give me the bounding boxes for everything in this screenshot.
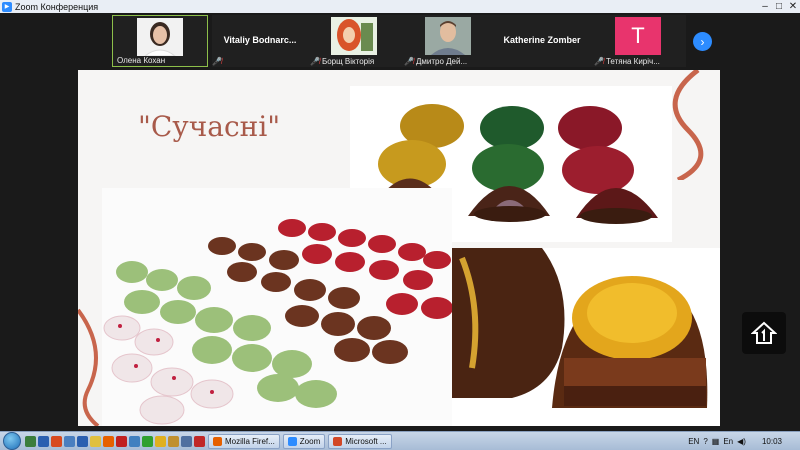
windows-start-icon[interactable] bbox=[3, 432, 21, 450]
participant-mic: 🎤̸ bbox=[212, 57, 222, 66]
app-icon[interactable] bbox=[77, 435, 88, 447]
mic-muted-icon: 🎤̸ bbox=[594, 57, 604, 66]
app-icon[interactable] bbox=[51, 435, 62, 447]
mic-muted-icon: 🎤̸ bbox=[212, 57, 222, 66]
participant-video bbox=[425, 17, 471, 55]
taskbar-item-label: Zoom bbox=[299, 436, 321, 446]
participant-tile[interactable]: T 🎤̸ Тетяна Киріч... bbox=[590, 15, 686, 67]
participant-avatar-letter: T bbox=[615, 17, 661, 55]
participant-video bbox=[137, 18, 183, 56]
zoom-icon bbox=[287, 436, 297, 446]
help-icon[interactable]: ? bbox=[703, 437, 707, 446]
participant-name: 🎤̸ Тетяна Киріч... bbox=[594, 57, 660, 66]
shared-screen-slide: "Сучасні" bbox=[78, 70, 720, 426]
window-title: Zoom Конференция bbox=[15, 1, 99, 12]
participant-name: Олена Кохан bbox=[117, 56, 166, 65]
keyboard-layout[interactable]: En bbox=[723, 437, 733, 446]
app-icon[interactable] bbox=[116, 435, 127, 447]
app-icon[interactable] bbox=[129, 435, 140, 447]
citrus-bonbon-photo bbox=[452, 248, 720, 426]
participant-tile[interactable]: Олена Кохан bbox=[112, 15, 208, 67]
volume-icon[interactable]: ◀) bbox=[737, 437, 746, 446]
folder-icon[interactable] bbox=[90, 435, 101, 447]
network-icon[interactable]: ▦ bbox=[712, 437, 720, 446]
minimize-button[interactable]: – bbox=[758, 0, 772, 13]
title-bar: ▶ Zoom Конференция – □ ✕ bbox=[0, 0, 800, 13]
app-icon[interactable] bbox=[142, 435, 153, 447]
participant-tile[interactable]: Vitaliy Bodnarc... 🎤̸ bbox=[212, 15, 308, 67]
participant-name: Katherine Zomber bbox=[503, 35, 581, 45]
firefox-icon bbox=[213, 436, 222, 446]
app-icon[interactable] bbox=[194, 435, 205, 447]
candy-rows-photo bbox=[102, 188, 452, 426]
participant-strip: Олена Кохан Vitaliy Bodnarc... 🎤̸ 🎤̸ Борщ… bbox=[0, 13, 800, 68]
participant-name: 🎤̸ Дмитро Дей... bbox=[404, 57, 468, 66]
system-tray: EN ? ▦ En ◀) 10:03 bbox=[688, 437, 800, 446]
app-icon[interactable] bbox=[155, 435, 166, 447]
mic-muted-icon: 🎤̸ bbox=[404, 57, 414, 66]
taskbar-item-label: Mozilla Firef... bbox=[225, 436, 275, 446]
participant-avatar-image bbox=[331, 17, 377, 55]
window-controls: – □ ✕ bbox=[758, 0, 800, 13]
taskbar: Mozilla Firef... Zoom Microsoft ... EN ?… bbox=[0, 431, 800, 450]
participant-tile[interactable]: 🎤̸ Дмитро Дей... bbox=[400, 15, 496, 67]
app-icon[interactable] bbox=[64, 435, 75, 447]
close-button[interactable]: ✕ bbox=[786, 0, 800, 13]
maximize-button[interactable]: □ bbox=[772, 0, 786, 13]
word-icon[interactable] bbox=[38, 435, 49, 447]
quick-launch bbox=[25, 435, 205, 447]
slide-title: "Сучасні" bbox=[138, 110, 281, 143]
excel-icon[interactable] bbox=[25, 435, 36, 447]
powerpoint-icon bbox=[333, 436, 343, 446]
participant-name: Vitaliy Bodnarc... bbox=[223, 35, 297, 45]
taskbar-item-zoom[interactable]: Zoom bbox=[282, 433, 326, 449]
share-screen-icon bbox=[751, 321, 777, 344]
taskbar-item-firefox[interactable]: Mozilla Firef... bbox=[208, 433, 280, 449]
taskbar-item-label: Microsoft ... bbox=[345, 436, 387, 446]
participant-name: 🎤̸ Борщ Вікторія bbox=[310, 57, 375, 66]
participant-tile[interactable]: 🎤̸ Борщ Вікторія bbox=[306, 15, 402, 67]
app-icon[interactable] bbox=[181, 435, 192, 447]
taskbar-item-powerpoint[interactable]: Microsoft ... bbox=[328, 433, 392, 449]
share-screen-button[interactable] bbox=[742, 312, 786, 354]
language-indicator[interactable]: EN bbox=[688, 437, 699, 446]
clock[interactable]: 10:03 bbox=[762, 437, 782, 446]
chevron-right-icon[interactable]: › bbox=[693, 32, 712, 51]
firefox-icon[interactable] bbox=[103, 435, 114, 447]
mic-muted-icon: 🎤̸ bbox=[310, 57, 320, 66]
app-icon[interactable] bbox=[168, 435, 179, 447]
participant-tile[interactable]: Katherine Zomber bbox=[494, 15, 590, 67]
zoom-app-icon: ▶ bbox=[2, 1, 12, 12]
